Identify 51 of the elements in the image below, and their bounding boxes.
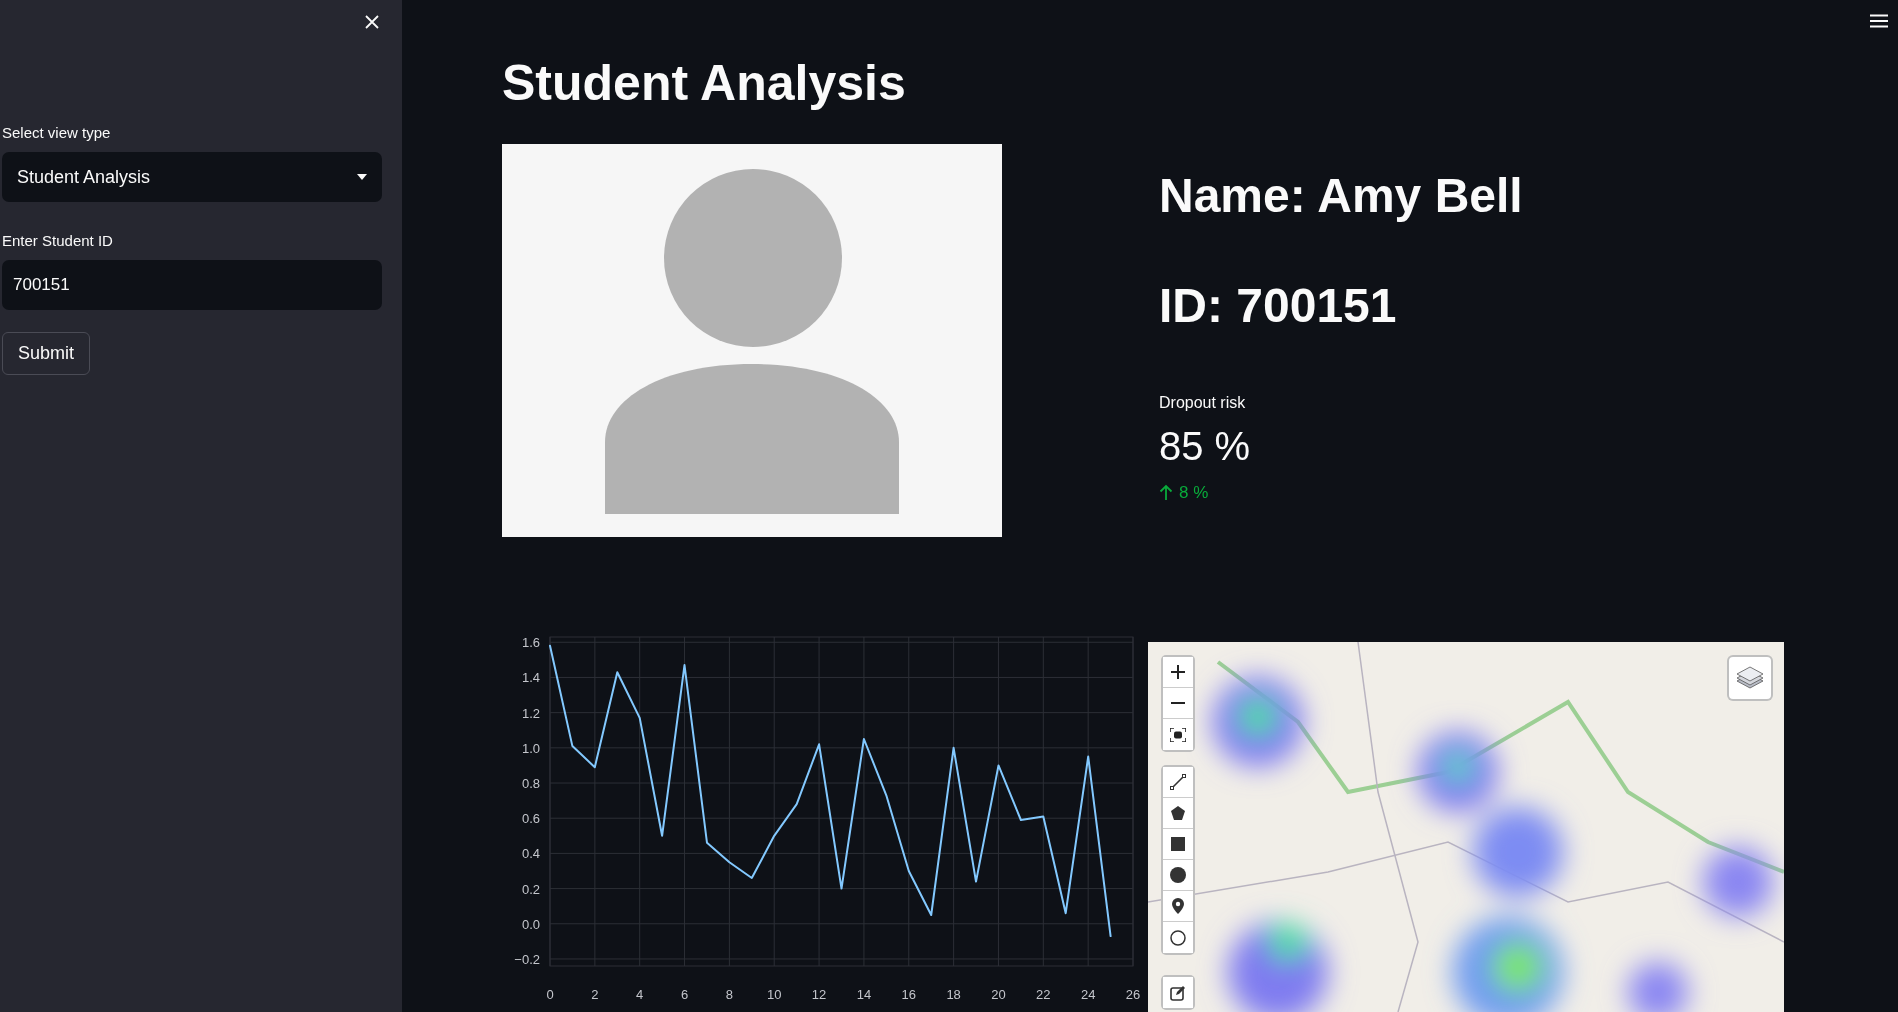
map-pin-icon	[1172, 898, 1184, 914]
field-label: Enter Student ID	[2, 232, 113, 249]
axis-label: 0.6	[521, 811, 540, 827]
close-icon[interactable]	[364, 14, 380, 30]
axis-label: 1.4	[521, 670, 540, 686]
axis-label: 12	[811, 987, 827, 1002]
axis-label: 8	[725, 987, 733, 1002]
edit-icon	[1170, 984, 1186, 1001]
line-icon	[1170, 774, 1186, 790]
axis-label: 0.2	[521, 881, 540, 897]
plus-icon	[1171, 665, 1185, 679]
axis-label: −0.2	[514, 951, 540, 967]
pentagon-icon	[1170, 805, 1186, 821]
ring-icon	[1170, 929, 1186, 946]
circle-icon	[1170, 867, 1186, 883]
axis-label: 14	[856, 987, 872, 1002]
axis-label: 0	[546, 987, 554, 1002]
axis-label: 2	[591, 987, 599, 1002]
student-id: ID: 700151	[1159, 278, 1397, 334]
axis-label: 22	[1036, 987, 1051, 1002]
caret-icon	[357, 174, 367, 180]
zoom-in-button[interactable]	[1163, 657, 1193, 688]
axis-label: 0.4	[521, 846, 540, 862]
axis-label: 1.6	[521, 635, 540, 651]
page-title: Student Analysis	[502, 54, 907, 113]
axis-label: 10	[767, 987, 782, 1002]
axis-label: 0.0	[521, 916, 540, 932]
edit-button[interactable]	[1163, 977, 1193, 1008]
metric-value: 85 %	[1159, 424, 1251, 469]
axis-label: 16	[901, 987, 916, 1002]
submit-button[interactable]: Submit	[2, 332, 91, 375]
axis-label: 24	[1080, 987, 1096, 1002]
axis-label: 1.2	[521, 705, 540, 721]
square-icon	[1171, 837, 1185, 851]
view-type-dropdown[interactable]: Student Analysis	[2, 152, 382, 202]
axis-label: 6	[680, 987, 689, 1002]
axis-label: 18	[946, 987, 961, 1002]
axis-label: 20	[991, 987, 1006, 1002]
axis-label: 0.8	[521, 776, 540, 792]
fullscreen-icon	[1170, 727, 1186, 742]
metric-delta: 8 %	[1179, 483, 1209, 503]
field-label: Select view type	[2, 124, 111, 141]
metric-label: Dropout risk	[1159, 394, 1246, 412]
student-id-field[interactable]: 700151	[2, 260, 382, 310]
student-name: Name: Amy Bell	[1159, 168, 1523, 224]
axis-label: 26	[1125, 987, 1141, 1002]
axis-label: 1.0	[521, 740, 540, 756]
layers-button[interactable]	[1727, 655, 1773, 701]
menu-icon[interactable]	[1870, 14, 1888, 28]
axis-label: 4	[636, 987, 644, 1002]
draw-line-button[interactable]	[1163, 767, 1193, 798]
